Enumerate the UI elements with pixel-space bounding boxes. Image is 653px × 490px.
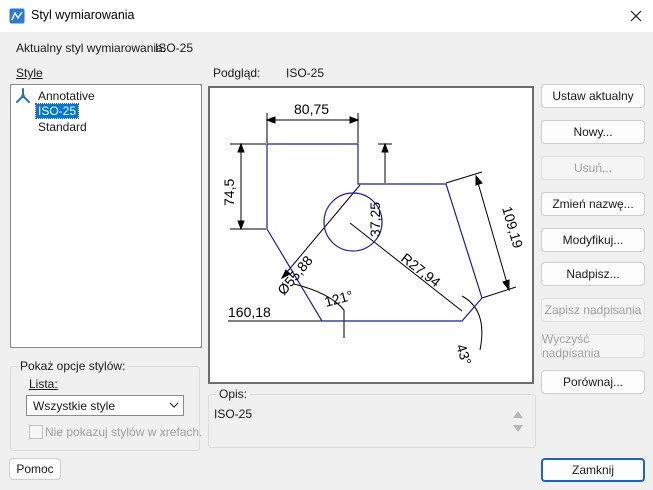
show-options-label: Pokaż opcje stylów: bbox=[17, 359, 129, 373]
close-window-button[interactable] bbox=[622, 4, 650, 28]
dim-inner-height: 37,25 bbox=[367, 202, 383, 237]
styles-listbox[interactable]: Annotative ISO-25 Standard bbox=[10, 84, 202, 348]
style-item-iso-25[interactable]: ISO-25 bbox=[34, 103, 80, 119]
description-label: Opis: bbox=[216, 387, 251, 401]
preview-style-name: ISO-25 bbox=[286, 66, 325, 80]
chevron-down-icon bbox=[169, 402, 179, 408]
styles-label: Style bbox=[16, 66, 43, 80]
new-style-button[interactable]: Nowy... bbox=[541, 120, 645, 144]
window-title: Styl wymiarowania bbox=[31, 8, 135, 22]
dimension-preview-drawing: 80,75 74,5 37,25 109,19 Ø55,88 R27,94 12… bbox=[221, 101, 526, 367]
dim-radius: R27,94 bbox=[398, 250, 444, 291]
dim-top-width: 80,75 bbox=[294, 101, 329, 117]
preview-label: Podgląd: bbox=[213, 66, 261, 80]
dim-diameter: Ø55,88 bbox=[274, 252, 316, 298]
delete-style-button[interactable]: Usuń... bbox=[541, 156, 645, 180]
list-label: Lista: bbox=[29, 377, 58, 391]
clear-overrides-button[interactable]: Wyczyść nadpisania bbox=[541, 332, 645, 360]
description-scroll-icon[interactable] bbox=[512, 410, 524, 434]
title-bar: Styl wymiarowania bbox=[0, 0, 653, 32]
close-icon bbox=[630, 10, 642, 22]
save-overrides-button[interactable]: Zapisz nadpisania bbox=[541, 298, 645, 322]
modify-style-button[interactable]: Modyfikuj... bbox=[541, 228, 645, 252]
preview-panel: 80,75 74,5 37,25 109,19 Ø55,88 R27,94 12… bbox=[208, 86, 534, 384]
override-button[interactable]: Nadpisz... bbox=[541, 262, 645, 286]
annotative-icon bbox=[16, 88, 30, 103]
current-style-value: ISO-25 bbox=[155, 41, 194, 55]
set-current-button[interactable]: Ustaw aktualny bbox=[541, 84, 645, 108]
current-style-label: Aktualny styl wymiarowania: bbox=[16, 41, 167, 55]
xref-checkbox-label: Nie pokazuj stylów w xrefach. bbox=[45, 425, 203, 439]
help-button[interactable]: Pomoc bbox=[9, 458, 61, 480]
style-item-standard[interactable]: Standard bbox=[36, 120, 89, 134]
xref-checkbox[interactable] bbox=[29, 425, 43, 439]
dim-angle-bottom: 43° bbox=[453, 342, 475, 367]
description-group bbox=[208, 394, 536, 448]
dimension-style-icon bbox=[9, 8, 25, 24]
list-filter-value: Wszystkie style bbox=[33, 399, 116, 413]
dim-left-height: 74,5 bbox=[221, 179, 237, 206]
rename-style-button[interactable]: Zmień nazwę... bbox=[541, 192, 645, 216]
description-value: ISO-25 bbox=[214, 407, 253, 421]
dim-angle: 121° bbox=[323, 287, 355, 310]
dim-slant: 109,19 bbox=[499, 204, 526, 250]
list-filter-select[interactable]: Wszystkie style bbox=[26, 395, 184, 416]
dim-ordinate: 160,18 bbox=[228, 304, 271, 320]
style-item-annotative[interactable]: Annotative bbox=[36, 89, 97, 103]
close-button[interactable]: Zamknij bbox=[541, 458, 645, 482]
compare-button[interactable]: Porównaj... bbox=[541, 370, 645, 394]
